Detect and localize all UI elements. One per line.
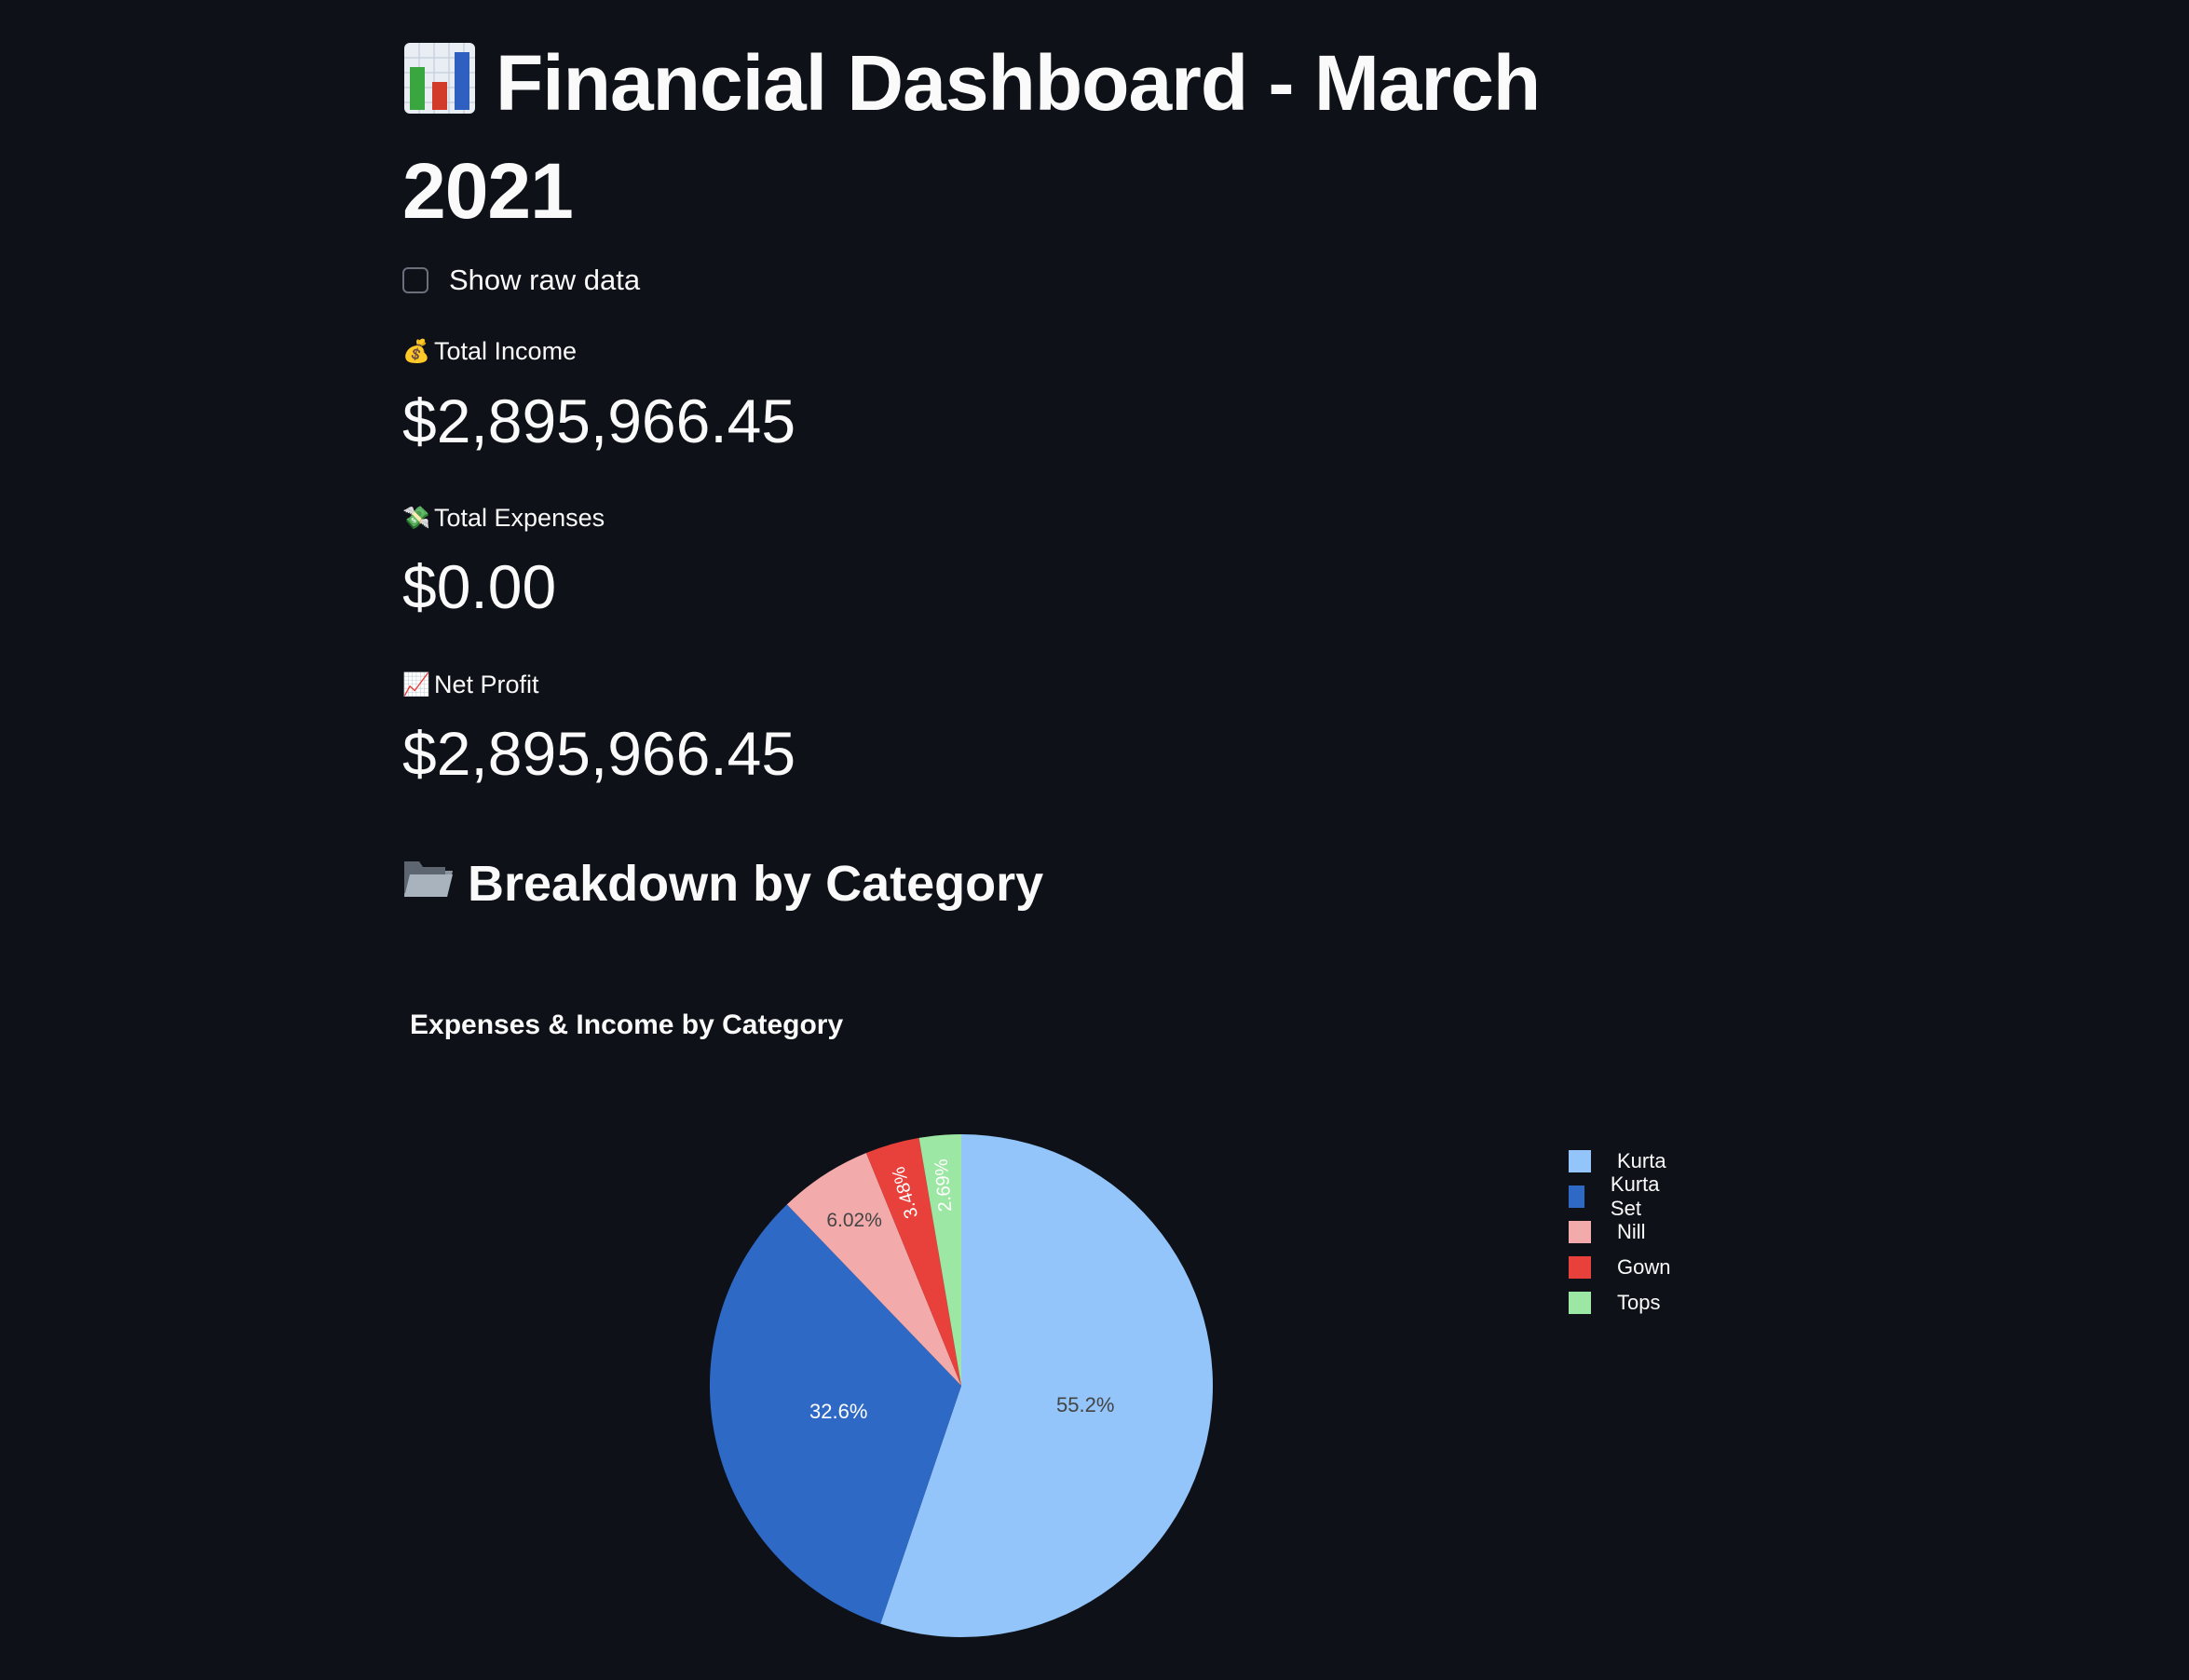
net-profit-value: $2,895,966.45 (402, 719, 796, 788)
legend-swatch (1569, 1150, 1591, 1172)
total-expenses-value: $0.00 (402, 552, 557, 621)
bar-chart-icon (402, 37, 477, 140)
main-content: Financial Dashboard - March 2021 Show ra… (402, 0, 1670, 1680)
pie-label-kurta: 55.2% (1056, 1393, 1114, 1416)
section-heading: Breakdown by Category (402, 851, 1043, 916)
money-wings-icon: 💸 (402, 506, 430, 531)
net-profit-label: 📈 Net Profit (402, 671, 539, 699)
legend-swatch (1569, 1256, 1591, 1279)
pie-chart[interactable]: 55.2%32.6%6.02% 3.48% 2.69% (402, 1062, 1604, 1658)
legend-swatch (1569, 1292, 1591, 1314)
legend-item-gown[interactable]: Gown (1569, 1250, 1670, 1285)
legend-label: Kurta Set (1610, 1172, 1660, 1220)
pie-label-nill: 6.02% (826, 1210, 882, 1231)
metric-label-text: Net Profit (434, 671, 539, 698)
metric-label-text: Total Income (434, 337, 578, 365)
total-income-label: 💰 Total Income (402, 337, 577, 366)
pie-label-kurta-set: 32.6% (809, 1400, 867, 1423)
show-raw-data-checkbox[interactable]: Show raw data (402, 259, 640, 302)
legend-label: Nill (1617, 1220, 1646, 1243)
page-title-text: Financial Dashboard - March 2021 (402, 39, 1541, 235)
chart-title: Expenses & Income by Category (410, 1009, 844, 1040)
legend-swatch (1569, 1185, 1584, 1208)
total-income-value: $2,895,966.45 (402, 386, 796, 455)
chart-legend: Kurta Kurta Set Nill Gown Tops (1569, 1144, 1670, 1321)
page-title: Financial Dashboard - March 2021 (402, 32, 1576, 242)
legend-swatch (1569, 1221, 1591, 1243)
chart-increasing-icon: 📈 (402, 672, 430, 698)
legend-item-tops[interactable]: Tops (1569, 1285, 1670, 1321)
legend-label: Gown (1617, 1255, 1671, 1279)
section-heading-text: Breakdown by Category (468, 856, 1044, 912)
legend-label: Kurta (1617, 1149, 1666, 1172)
legend-item-kurta-set[interactable]: Kurta Set (1569, 1172, 1670, 1220)
money-bag-icon: 💰 (402, 339, 430, 364)
folder-icon (402, 851, 455, 916)
total-expenses-label: 💸 Total Expenses (402, 504, 605, 533)
legend-label: Tops (1617, 1291, 1661, 1314)
show-raw-data-label: Show raw data (449, 264, 641, 296)
metric-label-text: Total Expenses (434, 504, 605, 532)
checkbox-box[interactable] (402, 267, 428, 293)
